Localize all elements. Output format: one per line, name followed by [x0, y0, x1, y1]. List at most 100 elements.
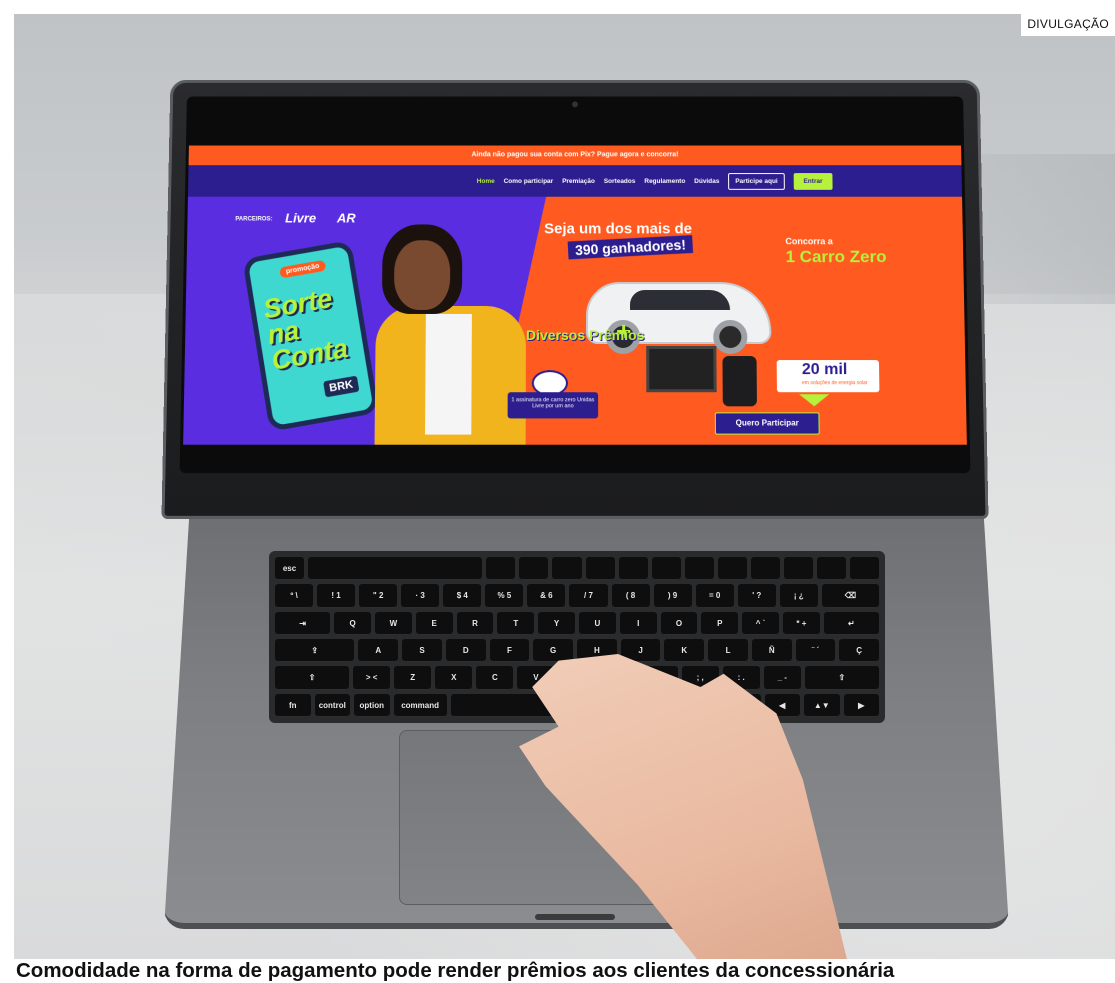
car-window [629, 290, 731, 310]
key[interactable]: ⇥ [275, 611, 331, 635]
key[interactable]: ⌫ [821, 584, 879, 608]
key[interactable]: Q [334, 611, 371, 635]
key[interactable]: T [497, 611, 535, 635]
quero-participar-button[interactable]: Quero Participar [714, 412, 820, 435]
nav-sorteados[interactable]: Sorteados [604, 178, 636, 185]
nav-premiacao[interactable]: Premiação [562, 178, 595, 185]
key[interactable] [849, 557, 879, 581]
vinte-mil-sub: em soluções de energia solar [801, 380, 868, 387]
key[interactable]: ⇧ [275, 666, 350, 690]
nav-duvidas[interactable]: Dúvidas [694, 178, 719, 185]
key[interactable]: fn [275, 693, 311, 717]
partner-logo-ar: AR [336, 210, 356, 226]
key[interactable] [783, 557, 813, 581]
key[interactable] [717, 557, 747, 581]
site-top-strip[interactable]: Ainda não pagou sua conta com Pix? Pague… [188, 145, 962, 166]
key[interactable] [519, 557, 549, 581]
key[interactable] [486, 557, 516, 581]
key[interactable]: O [660, 611, 698, 635]
key[interactable]: A [358, 639, 399, 663]
key[interactable]: / 7 [569, 584, 608, 608]
keyboard-row: º \! 1 " 2 · 3 $ 4% 5 & 6/ 7( 8) 9 = 0 ' ? ¡ ¿ ⌫ [275, 584, 879, 608]
hero-banner: PARCEIROS: Livre AR promoção Sorte na Co… [183, 196, 967, 445]
key[interactable]: ⇪ [275, 639, 355, 663]
key[interactable]: command [393, 693, 447, 717]
key[interactable]: Z [394, 666, 432, 690]
vinte-mil-label: 20 mil [801, 361, 848, 379]
promo-badge: promoção [279, 259, 327, 279]
headline-2: 390 ganhadores! [567, 235, 694, 260]
site-nav: Home Como participar Premiação Sorteados… [187, 165, 963, 197]
key[interactable]: C [476, 666, 514, 690]
key[interactable]: F [489, 639, 530, 663]
key[interactable]: D [445, 639, 486, 663]
key[interactable]: K [664, 639, 705, 663]
key[interactable]: $ 4 [443, 584, 482, 608]
key[interactable]: U [578, 611, 616, 635]
key[interactable]: L [708, 639, 748, 663]
key[interactable]: " 2 [359, 584, 398, 608]
key[interactable] [651, 557, 681, 581]
key[interactable] [816, 557, 846, 581]
key[interactable]: % 5 [485, 584, 524, 608]
key[interactable]: ) 9 [653, 584, 692, 608]
key[interactable]: R [456, 611, 494, 635]
headline-1: Seja um dos mais de [544, 220, 693, 238]
key[interactable]: option [354, 693, 390, 717]
key[interactable]: control [314, 693, 350, 717]
key[interactable] [585, 557, 615, 581]
key[interactable]: > < [353, 666, 391, 690]
key[interactable] [684, 557, 714, 581]
key[interactable]: ( 8 [611, 584, 650, 608]
entrar-button[interactable]: Entrar [793, 172, 833, 190]
key[interactable]: G [533, 639, 574, 663]
key[interactable]: _ - [763, 666, 801, 690]
key[interactable]: S [402, 639, 442, 663]
phone-title: Sorte na Conta [261, 283, 351, 376]
key[interactable]: ⇧ [804, 666, 879, 690]
diversos-premios: Diversos Prêmios [525, 326, 645, 343]
air-fryer-icon [722, 356, 757, 407]
key[interactable]: Ñ [751, 639, 792, 663]
keyboard-row: esc [275, 557, 879, 581]
key[interactable]: E [415, 611, 453, 635]
laptop-screen: Ainda não pagou sua conta com Pix? Pague… [183, 145, 967, 445]
key[interactable] [308, 557, 483, 581]
key[interactable]: P [701, 611, 739, 635]
key[interactable]: ¡ ¿ [779, 584, 818, 608]
woman-face [393, 240, 451, 310]
key[interactable]: ▶ [843, 693, 879, 717]
key[interactable]: ! 1 [317, 584, 356, 608]
screen-bezel: Ainda não pagou sua conta com Pix? Pague… [179, 96, 971, 474]
key[interactable]: = 0 [695, 584, 734, 608]
photo-caption: Comodidade na forma de pagamento pode re… [0, 959, 1115, 983]
key[interactable]: & 6 [527, 584, 566, 608]
key[interactable]: Y [538, 611, 575, 635]
nav-home[interactable]: Home [477, 178, 495, 185]
key[interactable]: ▲▼ [804, 693, 840, 717]
key[interactable]: º \ [275, 584, 314, 608]
nav-como-participar[interactable]: Como participar [504, 178, 554, 185]
key[interactable]: ' ? [737, 584, 776, 608]
key[interactable]: esc [275, 557, 305, 581]
camera-icon [572, 101, 578, 108]
keyboard-row: ⇥ Q W E R T Y U I O P ^ ` * + ↵ [275, 611, 879, 635]
key[interactable]: ^ ` [742, 611, 779, 635]
key[interactable]: ↵ [823, 611, 879, 635]
key[interactable]: W [375, 611, 412, 635]
key[interactable]: · 3 [401, 584, 440, 608]
key[interactable]: I [619, 611, 657, 635]
key[interactable]: * + [782, 611, 820, 635]
key[interactable] [618, 557, 648, 581]
nav-regulamento[interactable]: Regulamento [644, 178, 685, 185]
tv-icon [646, 346, 717, 393]
key[interactable] [552, 557, 582, 581]
key[interactable] [750, 557, 780, 581]
key[interactable]: Ç [839, 639, 880, 663]
participe-button[interactable]: Participe aqui [728, 172, 785, 190]
lid-notch [535, 914, 615, 920]
key[interactable]: X [435, 666, 473, 690]
key[interactable]: ¨ ´ [795, 639, 836, 663]
laptop-lid: Ainda não pagou sua conta com Pix? Pague… [161, 79, 989, 519]
woman-shirt [424, 313, 472, 435]
